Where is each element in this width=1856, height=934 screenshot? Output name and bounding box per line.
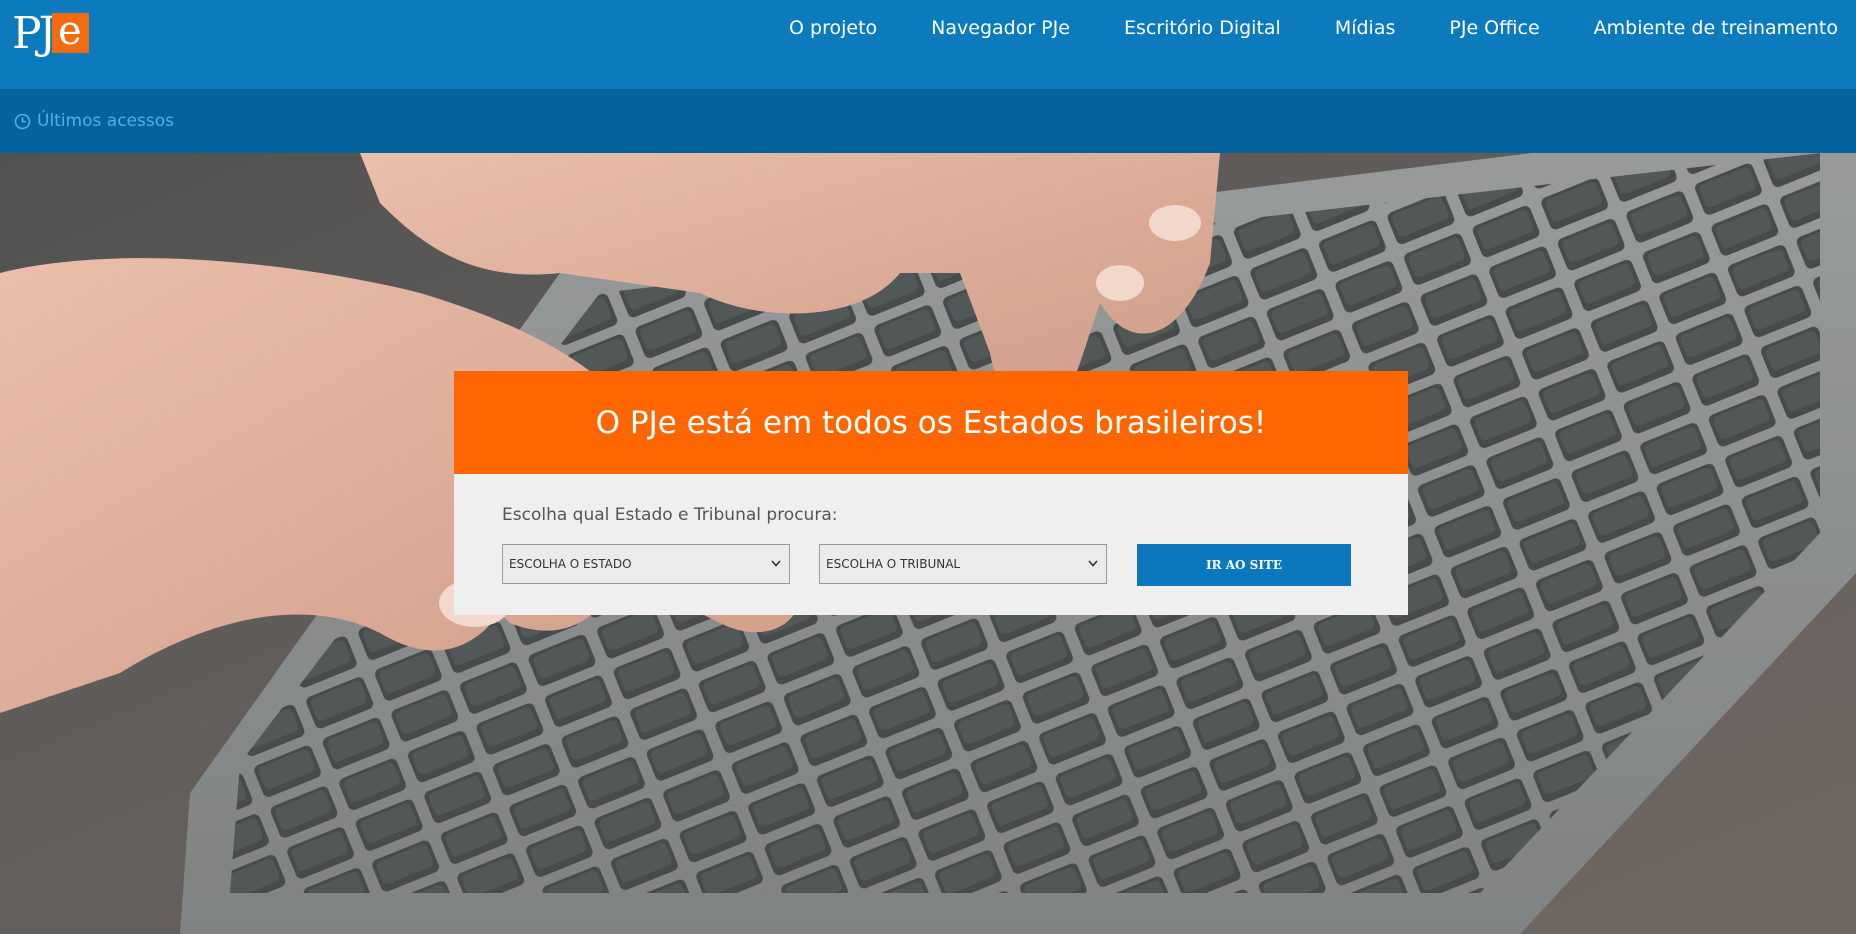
tribunal-select-value: ESCOLHA O TRIBUNAL <box>826 557 961 571</box>
nav-escritorio-digital[interactable]: Escritório Digital <box>1124 15 1281 41</box>
pje-logo[interactable]: PJ e <box>12 8 89 62</box>
recent-access-label: Últimos acessos <box>37 111 174 131</box>
nav-pje-office[interactable]: PJe Office <box>1449 15 1539 41</box>
logo-e-box: e <box>52 8 89 54</box>
chevron-down-icon <box>771 560 781 567</box>
top-header: PJ e O projeto Navegador PJe Escritório … <box>0 0 1856 89</box>
tribunal-select[interactable]: ESCOLHA O TRIBUNAL <box>819 544 1107 584</box>
card-header: O PJe está em todos os Estados brasileir… <box>454 371 1408 474</box>
recent-access-link[interactable]: Últimos acessos <box>14 111 174 131</box>
main-nav: O projeto Navegador PJe Escritório Digit… <box>735 14 1838 42</box>
clock-icon <box>14 113 31 129</box>
nav-ambiente-de-treinamento[interactable]: Ambiente de treinamento <box>1594 15 1838 41</box>
recent-access-bar: Últimos acessos <box>0 89 1856 153</box>
nav-navegador-pje[interactable]: Navegador PJe <box>931 15 1070 41</box>
nav-midias[interactable]: Mídias <box>1335 15 1396 41</box>
estado-select-value: ESCOLHA O ESTADO <box>509 557 632 571</box>
go-to-site-button[interactable]: IR AO SITE <box>1137 544 1351 586</box>
selector-prompt: Escolha qual Estado e Tribunal procura: <box>502 505 838 525</box>
chevron-down-icon <box>1088 560 1098 567</box>
nav-o-projeto[interactable]: O projeto <box>789 15 877 41</box>
estado-select[interactable]: ESCOLHA O ESTADO <box>502 544 790 584</box>
card-body: Escolha qual Estado e Tribunal procura: … <box>454 474 1408 615</box>
card-title: O PJe está em todos os Estados brasileir… <box>595 404 1267 441</box>
state-selector-card: O PJe está em todos os Estados brasileir… <box>454 371 1408 615</box>
logo-text-pj: PJ <box>12 8 56 59</box>
logo-text-e: e <box>58 8 82 54</box>
